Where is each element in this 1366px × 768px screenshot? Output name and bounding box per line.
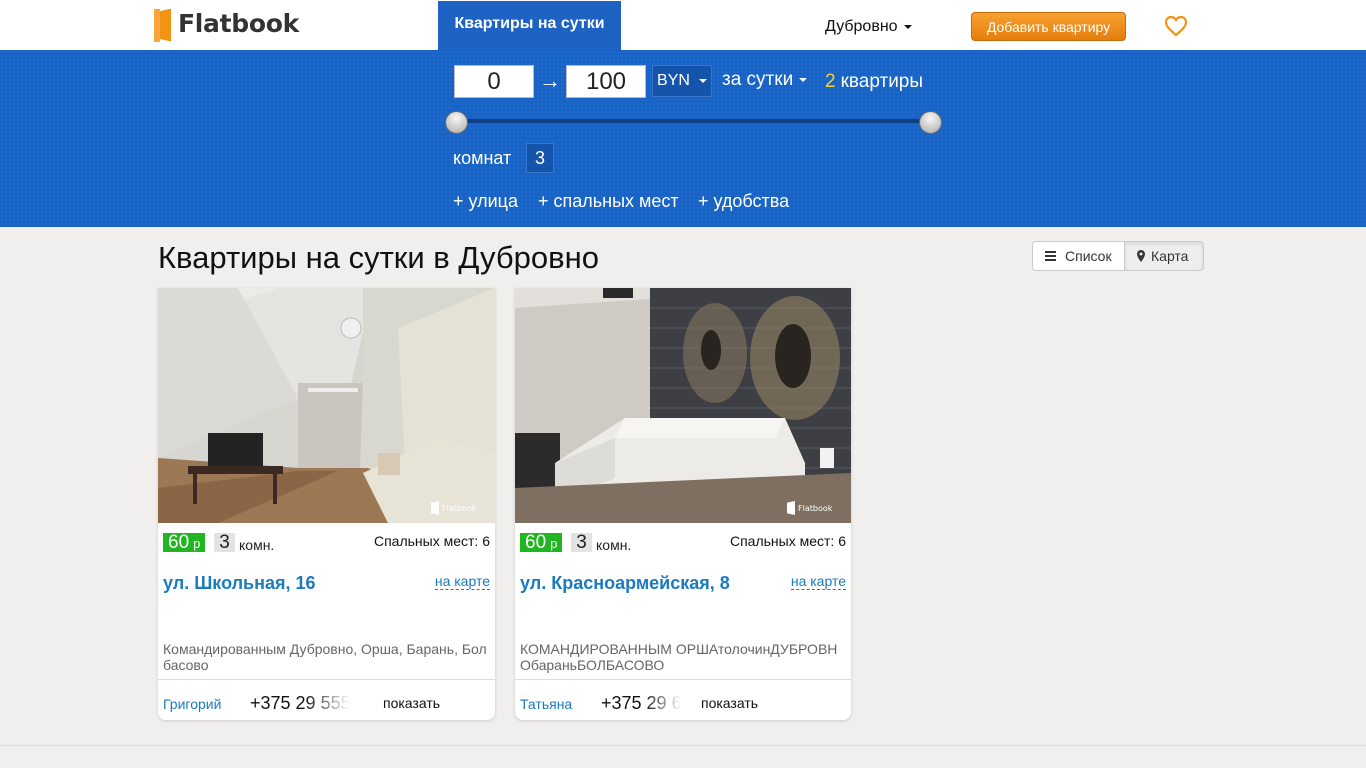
show-on-map-link[interactable]: на карте <box>790 573 846 590</box>
city-dropdown[interactable]: Дубровно <box>825 18 912 36</box>
phone-number: +375 29 6 <box>601 693 681 713</box>
add-apartment-button[interactable]: Добавить квартиру <box>971 12 1126 41</box>
add-street-filter[interactable]: + улица <box>453 191 518 212</box>
map-view-label: Карта <box>1151 248 1189 264</box>
map-view-button[interactable]: Карта <box>1125 241 1204 271</box>
heart-icon[interactable] <box>1164 15 1188 37</box>
range-arrow: → <box>539 68 561 93</box>
search-filter-panel: 0 → 100 BYN за сутки 2 квартиры комнат 3 … <box>0 50 1366 227</box>
owner-name-link[interactable]: Татьяна <box>520 696 572 712</box>
price-slider-track[interactable] <box>456 119 930 123</box>
period-select[interactable]: за сутки <box>722 69 808 91</box>
show-phone-button[interactable]: показать <box>383 695 440 711</box>
results-count: 2 квартиры <box>825 71 923 93</box>
price-value: 60 <box>168 532 190 553</box>
divider <box>158 679 495 680</box>
show-phone-button[interactable]: показать <box>701 695 758 711</box>
listing-address-link[interactable]: ул. Красноармейская, 8 <box>520 573 730 594</box>
rooms-label: комн. <box>239 537 275 553</box>
caret-down-icon <box>799 78 808 82</box>
footer-divider <box>0 745 1366 746</box>
rooms-selector[interactable]: 3 <box>526 143 554 173</box>
listing-description: КОМАНДИРОВАННЫМ ОРШАтолочинДУБРОВНОбаран… <box>520 641 838 673</box>
price-value: 60 <box>525 532 547 553</box>
rooms-badge: 3 <box>214 533 235 552</box>
page-title: Квартиры на сутки в Дубровно <box>158 240 599 275</box>
price-currency: р <box>193 536 201 551</box>
results-count-number: 2 <box>825 71 836 92</box>
price-badge: 60 р <box>520 532 563 553</box>
phone-number: +375 29 555 <box>250 693 350 713</box>
owner-name-link[interactable]: Григорий <box>163 696 221 712</box>
rooms-label: комн. <box>596 537 632 553</box>
divider <box>515 679 851 680</box>
logo-text: Flatbook <box>178 8 299 38</box>
currency-label: BYN <box>657 72 690 89</box>
rooms-badge: 3 <box>571 533 592 552</box>
site-header: Flatbook Квартиры на сутки Дубровно Доба… <box>0 0 1366 50</box>
flatbook-watermark: Flatbook <box>431 499 481 517</box>
results-count-label: квартиры <box>840 71 924 92</box>
apartment-room-photo <box>158 288 495 523</box>
add-beds-filter[interactable]: + спальных мест <box>538 191 679 212</box>
price-badge: 60 р <box>163 532 206 553</box>
apartment-room-photo <box>515 288 851 523</box>
listing-card[interactable]: Flatbook 60 р 3 комн. Спальных мест: 6 ул… <box>515 288 851 720</box>
map-marker-icon <box>1137 250 1145 262</box>
door-logo-icon <box>154 5 171 42</box>
price-currency: р <box>550 536 558 551</box>
rooms-label: комнат <box>453 148 512 168</box>
list-view-button[interactable]: Список <box>1032 241 1125 271</box>
caret-down-icon <box>903 25 912 29</box>
listing-photo[interactable]: Flatbook <box>158 288 495 523</box>
list-view-label: Список <box>1065 248 1112 264</box>
view-toggle: Список Карта <box>1032 241 1204 271</box>
listing-photo[interactable]: Flatbook <box>515 288 851 523</box>
sleeping-places: Спальных мест: 6 <box>729 533 846 549</box>
show-on-map-link[interactable]: на карте <box>434 573 490 590</box>
listing-address-link[interactable]: ул. Школьная, 16 <box>163 573 316 594</box>
price-max-input[interactable]: 100 <box>566 65 646 98</box>
sleeping-places: Спальных мест: 6 <box>373 533 490 549</box>
list-icon <box>1045 251 1056 261</box>
caret-down-icon <box>698 79 707 83</box>
price-slider-max-handle[interactable] <box>919 111 942 134</box>
price-slider-min-handle[interactable] <box>445 111 468 134</box>
logo[interactable]: Flatbook <box>154 4 299 42</box>
listing-card[interactable]: Flatbook 60 р 3 комн. Спальных мест: 6 ул… <box>158 288 495 720</box>
listing-description: Командированным Дубровно, Орша, Барань, … <box>163 641 487 673</box>
flatbook-watermark: Flatbook <box>787 499 837 517</box>
price-min-input[interactable]: 0 <box>454 65 534 98</box>
period-label: за сутки <box>722 69 794 90</box>
nav-tab-daily-apartments[interactable]: Квартиры на сутки <box>438 1 621 50</box>
city-label: Дубровно <box>825 18 898 35</box>
add-amenities-filter[interactable]: + удобства <box>698 191 789 212</box>
currency-select[interactable]: BYN <box>652 65 712 97</box>
